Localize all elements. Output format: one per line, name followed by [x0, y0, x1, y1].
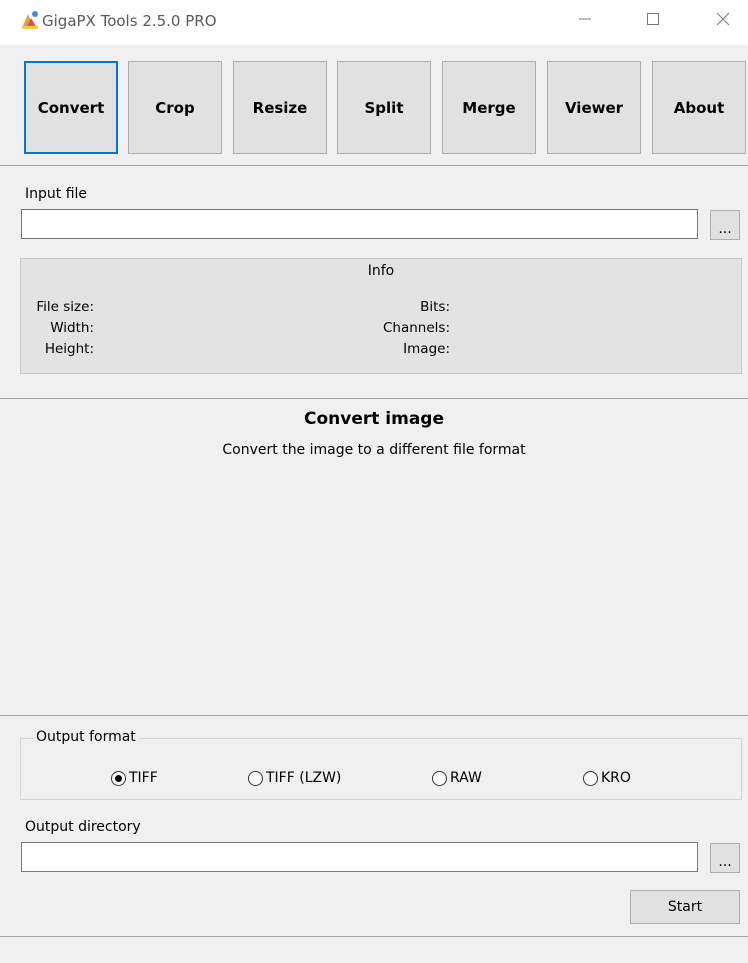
output-directory-label: Output directory — [25, 819, 141, 835]
format-radio-label: KRO — [601, 770, 631, 786]
panel-title: Convert image — [303, 409, 444, 429]
panel-description: Convert the image to a different file fo… — [222, 442, 526, 458]
file-size-label: File size: — [36, 299, 94, 315]
info-panel: Info File size: Width: Height: Bits: Cha… — [20, 258, 742, 374]
close-icon — [716, 12, 730, 30]
viewer-tab-button[interactable]: Viewer — [547, 61, 641, 154]
radio-unchecked-icon — [248, 770, 263, 786]
window-title: GigaPX Tools 2.5.0 PRO — [42, 12, 217, 30]
tool-toolbar: Convert Crop Resize Split Merge Viewer A… — [0, 45, 748, 166]
info-title: Info — [367, 263, 395, 279]
bits-label: Bits: — [420, 299, 450, 315]
close-button[interactable] — [700, 0, 746, 42]
height-label: Height: — [44, 341, 94, 357]
title-bar: GigaPX Tools 2.5.0 PRO — [0, 0, 748, 45]
minimize-icon — [578, 12, 592, 30]
convert-tab-button[interactable]: Convert — [24, 61, 118, 154]
output-directory-field[interactable] — [21, 842, 698, 872]
output-format-group: Output format TIFF TIFF (LZW) RAW KRO — [20, 729, 742, 800]
minimize-button[interactable] — [562, 0, 608, 42]
status-bar — [0, 937, 748, 963]
about-tab-button[interactable]: About — [652, 61, 746, 154]
maximize-button[interactable] — [630, 0, 676, 42]
radio-unchecked-icon — [432, 770, 447, 786]
radio-checked-icon — [111, 770, 126, 786]
merge-tab-button[interactable]: Merge — [442, 61, 536, 154]
format-radio-tiff-lzw[interactable]: TIFF (LZW) — [248, 770, 341, 786]
format-radio-label: TIFF — [129, 770, 158, 786]
app-icon — [20, 10, 40, 30]
maximize-icon — [646, 12, 660, 30]
output-section: Output format TIFF TIFF (LZW) RAW KRO Ou… — [0, 716, 748, 937]
resize-tab-button[interactable]: Resize — [233, 61, 327, 154]
format-radio-tiff[interactable]: TIFF — [111, 770, 158, 786]
output-browse-button[interactable]: ... — [710, 843, 740, 873]
format-radio-kro[interactable]: KRO — [583, 770, 631, 786]
input-browse-button[interactable]: ... — [710, 210, 740, 240]
start-button[interactable]: Start — [630, 890, 740, 924]
crop-tab-button[interactable]: Crop — [128, 61, 222, 154]
format-radio-label: TIFF (LZW) — [266, 770, 342, 786]
channels-label: Channels: — [382, 320, 450, 336]
input-section: Input file ... Info File size: Width: He… — [0, 166, 748, 399]
width-label: Width: — [50, 320, 94, 336]
radio-unchecked-icon — [583, 770, 598, 786]
format-radio-label: RAW — [450, 770, 482, 786]
input-file-field[interactable] — [21, 209, 698, 239]
format-radio-raw[interactable]: RAW — [432, 770, 482, 786]
input-file-label: Input file — [25, 186, 88, 202]
image-label: Image: — [403, 341, 450, 357]
convert-panel: Convert image Convert the image to a dif… — [0, 399, 748, 716]
split-tab-button[interactable]: Split — [337, 61, 431, 154]
output-format-label: Output format — [33, 729, 139, 745]
